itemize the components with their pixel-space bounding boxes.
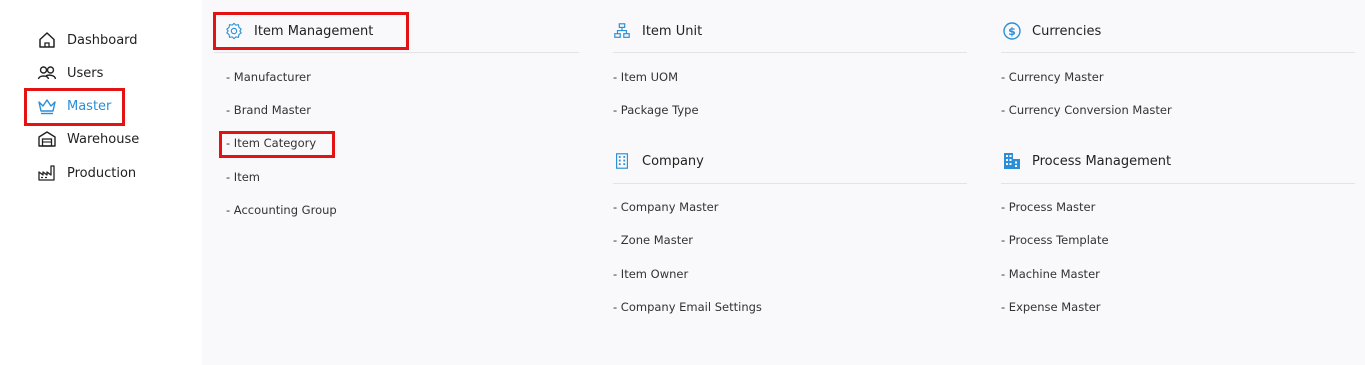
link-company-email-settings[interactable]: - Company Email Settings (613, 300, 762, 314)
divider (214, 52, 579, 53)
warehouse-icon (36, 128, 58, 150)
sidebar-item-dashboard[interactable]: Dashboard (36, 29, 138, 51)
sidebar-item-master[interactable]: Master (36, 95, 111, 117)
link-accounting-group[interactable]: - Accounting Group (226, 203, 337, 217)
link-zone-master[interactable]: - Zone Master (613, 233, 693, 247)
link-company-master[interactable]: - Company Master (613, 200, 718, 214)
crown-icon (36, 95, 58, 117)
link-currency-conversion-master[interactable]: - Currency Conversion Master (1001, 103, 1172, 117)
link-process-master[interactable]: - Process Master (1001, 200, 1095, 214)
section-title: Currencies (1032, 23, 1102, 39)
link-currency-master[interactable]: - Currency Master (1001, 70, 1104, 84)
sidebar-item-production[interactable]: Production (36, 162, 136, 184)
sidebar-item-label: Warehouse (67, 131, 140, 147)
section-title: Item Unit (642, 23, 703, 39)
section-title: Company (642, 153, 704, 169)
section-process-management-header[interactable]: Process Management (1002, 150, 1171, 172)
link-process-template[interactable]: - Process Template (1001, 233, 1109, 247)
hierarchy-icon (612, 21, 632, 41)
link-item-category[interactable]: - Item Category (226, 136, 316, 150)
divider (1001, 52, 1355, 53)
section-item-unit-header[interactable]: Item Unit (612, 20, 702, 42)
link-brand-master[interactable]: - Brand Master (226, 103, 311, 117)
divider (1001, 183, 1355, 184)
sidebar-item-label: Production (67, 165, 137, 181)
sidebar-item-label: Users (67, 65, 104, 81)
gear-icon (224, 21, 244, 41)
building-icon (612, 151, 632, 171)
sidebar-item-warehouse[interactable]: Warehouse (36, 128, 139, 150)
section-title: Item Management (254, 23, 374, 39)
section-company-header[interactable]: Company (612, 150, 704, 172)
users-icon (36, 62, 58, 84)
divider (613, 183, 967, 184)
divider (613, 52, 967, 53)
sidebar-item-label: Dashboard (67, 32, 138, 48)
sidebar-item-users[interactable]: Users (36, 62, 103, 84)
link-manufacturer[interactable]: - Manufacturer (226, 70, 311, 84)
home-icon (36, 29, 58, 51)
link-expense-master[interactable]: - Expense Master (1001, 300, 1101, 314)
factory-icon (36, 162, 58, 184)
sidebar: Dashboard Users Master Warehouse Product… (0, 0, 202, 365)
dollar-circle-icon: $ (1002, 21, 1022, 41)
link-item[interactable]: - Item (226, 170, 260, 184)
section-currencies-header[interactable]: $ Currencies (1002, 20, 1101, 42)
link-item-uom[interactable]: - Item UOM (613, 70, 678, 84)
svg-text:$: $ (1008, 25, 1016, 38)
section-title: Process Management (1032, 153, 1172, 169)
link-package-type[interactable]: - Package Type (613, 103, 699, 117)
link-item-owner[interactable]: - Item Owner (613, 267, 688, 281)
link-machine-master[interactable]: - Machine Master (1001, 267, 1100, 281)
sidebar-item-label: Master (67, 98, 112, 114)
city-icon (1002, 151, 1022, 171)
section-item-management-header[interactable]: Item Management (224, 20, 373, 42)
